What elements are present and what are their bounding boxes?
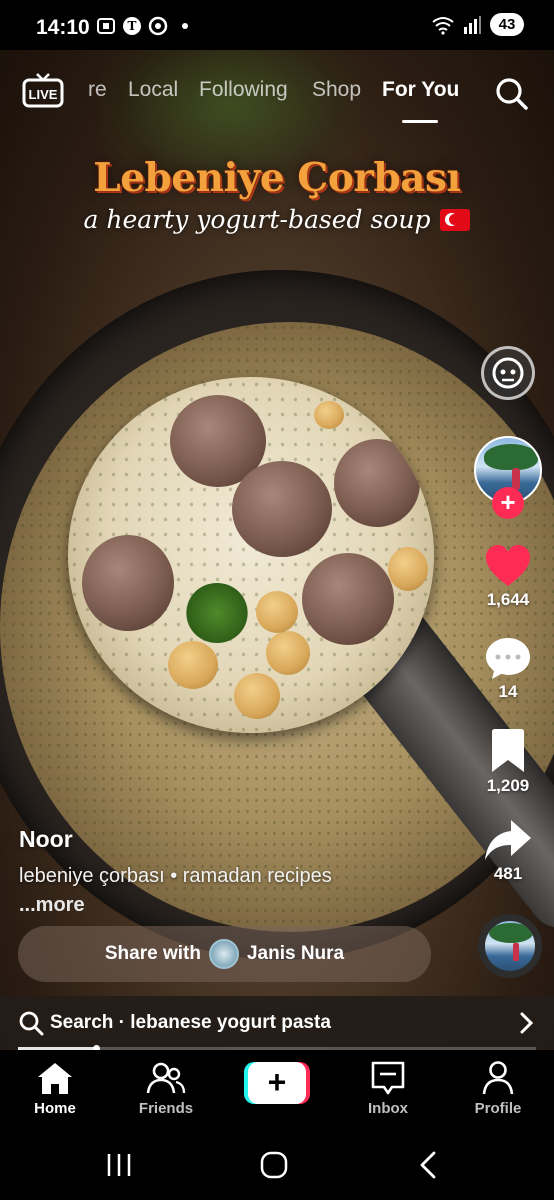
- parsley-garnish: [186, 583, 248, 643]
- tab-for-you[interactable]: For You: [382, 78, 459, 102]
- live-label: LIVE: [29, 87, 58, 102]
- comment-count: 14: [498, 682, 518, 701]
- caption-more-link[interactable]: ...more: [19, 894, 85, 917]
- nav-home-label: Home: [34, 1100, 76, 1117]
- nav-inbox-label: Inbox: [368, 1100, 408, 1117]
- friends-icon: [146, 1062, 186, 1094]
- turkey-flag-icon: [440, 208, 471, 231]
- search-suggestion-text: Search · lebanese yogurt pasta: [50, 1012, 331, 1033]
- chrome-icon: [148, 16, 168, 36]
- tab-shop[interactable]: Shop: [312, 78, 361, 102]
- video-subtitle: a hearty yogurt-based soup: [83, 205, 431, 234]
- avatar-tree: [484, 444, 538, 470]
- chickpea: [256, 591, 298, 633]
- share-with-button[interactable]: Share with Janis Nura: [18, 926, 431, 982]
- chickpea: [266, 631, 310, 675]
- like-count: 1,644: [486, 590, 530, 609]
- meatball: [334, 439, 420, 527]
- share-contact-name: Janis Nura: [246, 943, 345, 964]
- effect-icon: [492, 357, 524, 389]
- heart-icon: [486, 545, 530, 586]
- create-button[interactable]: +: [244, 1062, 310, 1104]
- more-notifications-dot: [182, 23, 188, 29]
- nav-profile[interactable]: Profile: [448, 1060, 548, 1117]
- tab-following[interactable]: Following: [199, 78, 288, 102]
- battery-indicator: 43: [490, 13, 524, 36]
- meatball: [232, 461, 332, 557]
- meatball: [82, 535, 174, 631]
- save-button[interactable]: 1,209: [478, 728, 538, 796]
- comment-icon: [486, 638, 530, 679]
- news-icon: T: [123, 17, 141, 35]
- ladle-of-soup: [68, 377, 434, 733]
- search-suggestion-bar[interactable]: Search · lebanese yogurt pasta: [0, 996, 554, 1050]
- meatball: [302, 553, 394, 645]
- nav-friends-label: Friends: [138, 1100, 194, 1117]
- share-arrow-icon: [485, 820, 531, 860]
- disc-tree: [489, 923, 533, 943]
- chickpea: [314, 401, 344, 429]
- share-count: 481: [493, 864, 523, 883]
- like-button[interactable]: 1,644: [478, 544, 538, 610]
- post-caption: lebeniye çorbası • ramadan recipes: [19, 865, 332, 887]
- disc-figure: [513, 943, 519, 961]
- save-count: 1,209: [486, 776, 530, 795]
- tab-local[interactable]: Local: [128, 78, 178, 102]
- chickpea: [388, 547, 428, 591]
- video-subtitle-row: a hearty yogurt-based soup: [84, 205, 471, 234]
- android-nav-bar: [0, 1130, 554, 1200]
- home-icon: [38, 1063, 72, 1094]
- back-icon[interactable]: [412, 1148, 446, 1182]
- notification-icons: T: [96, 16, 188, 36]
- recent-apps-icon[interactable]: [102, 1148, 136, 1182]
- chickpea: [234, 673, 280, 719]
- video-title: Lebeniye Çorbası: [93, 155, 461, 201]
- video-title-overlay: Lebeniye Çorbası a hearty yogurt-based s…: [0, 155, 554, 234]
- bookmark-icon: [492, 729, 524, 772]
- signal-icon: [464, 15, 481, 34]
- comment-button[interactable]: 14: [478, 636, 538, 702]
- wifi-icon: [432, 16, 454, 35]
- live-tv-icon[interactable]: LIVE: [22, 72, 64, 108]
- plus-icon: +: [248, 1062, 306, 1104]
- bottom-nav: Home Friends + Inbox Profile: [0, 1050, 554, 1130]
- effect-button[interactable]: [481, 346, 535, 400]
- nav-profile-label: Profile: [474, 1100, 522, 1117]
- author-name[interactable]: Noor: [19, 826, 73, 853]
- status-time: 14:10: [36, 16, 90, 39]
- screenshot-icon: [97, 18, 115, 34]
- system-icons: 43: [432, 13, 524, 36]
- share-with-label: Share with: [104, 943, 201, 964]
- search-icon: [19, 1011, 44, 1036]
- nav-friends[interactable]: Friends: [116, 1060, 216, 1117]
- chevron-right-icon: [520, 1012, 534, 1034]
- status-bar: 14:10 T 43: [0, 0, 554, 50]
- contact-avatar: [208, 939, 239, 969]
- svg-text:T: T: [128, 19, 137, 33]
- music-disc[interactable]: [478, 914, 542, 978]
- inbox-icon: [371, 1061, 405, 1095]
- active-tab-indicator: [402, 120, 438, 123]
- top-nav: LIVE re Local Following Shop For You: [0, 50, 554, 130]
- share-button[interactable]: 481: [478, 818, 538, 884]
- nav-inbox[interactable]: Inbox: [338, 1060, 438, 1117]
- home-button-icon[interactable]: [257, 1148, 291, 1182]
- search-icon[interactable]: [493, 75, 529, 111]
- profile-icon: [482, 1061, 514, 1095]
- chickpea: [168, 641, 218, 689]
- tab-explore[interactable]: re: [88, 78, 107, 102]
- nav-home[interactable]: Home: [5, 1060, 105, 1117]
- follow-button[interactable]: +: [492, 487, 524, 519]
